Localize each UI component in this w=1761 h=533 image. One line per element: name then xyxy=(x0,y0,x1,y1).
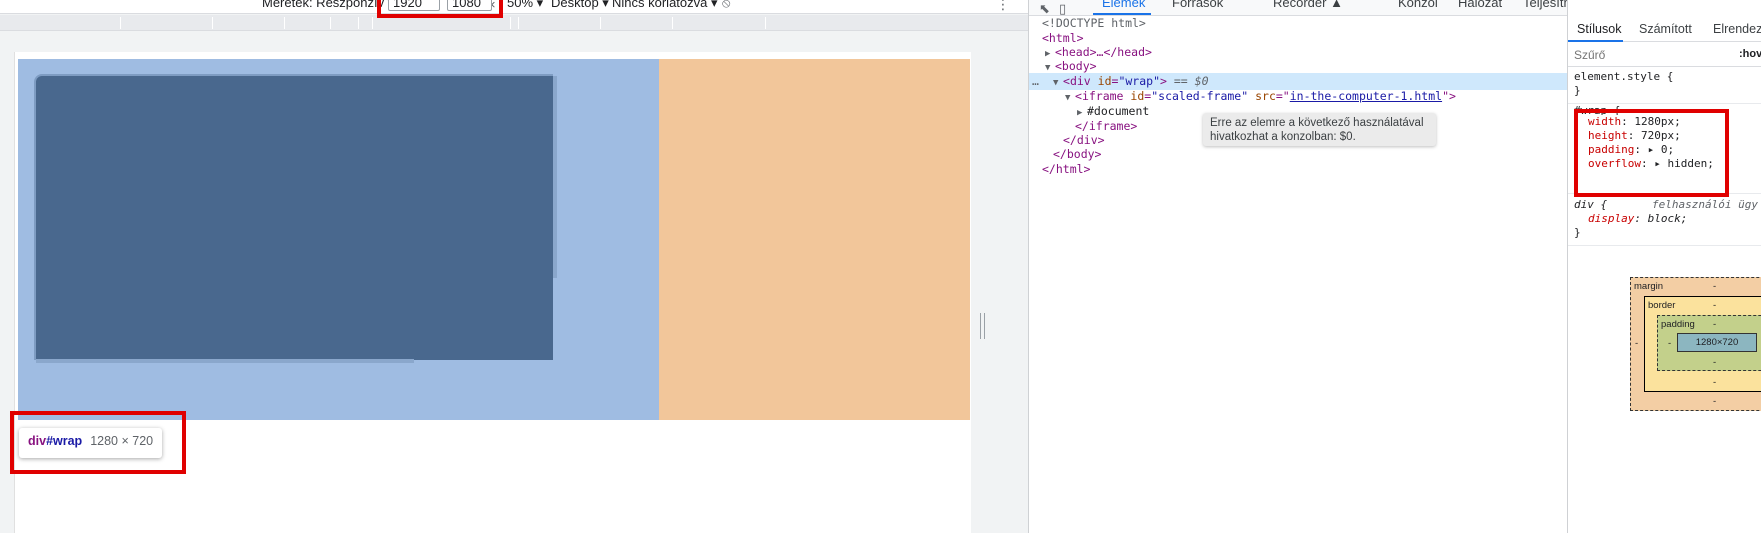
box-model-dash: - xyxy=(1713,319,1717,330)
box-model-dash: - xyxy=(1635,338,1639,349)
div-prop-display[interactable]: display: block; xyxy=(1574,212,1761,226)
box-model-dash: - xyxy=(1713,281,1717,292)
box-model-padding-label: padding xyxy=(1661,319,1695,330)
styles-tab-bar: Stílusok Számított Elrendezé xyxy=(1568,16,1761,42)
inner-content-panel xyxy=(34,74,553,360)
box-model-dash: - xyxy=(1713,377,1717,388)
box-model-dash: - xyxy=(1713,357,1717,368)
ruler-tick xyxy=(120,17,121,29)
rule-source: felhasználói ügy xyxy=(1652,198,1758,211)
ruler-tick xyxy=(330,17,331,29)
styles-panel: Stílusok Számított Elrendezé :hov elemen… xyxy=(1567,0,1761,533)
tooltip-size: 1280 × 720 xyxy=(90,434,154,448)
tab-sources[interactable]: Források xyxy=(1172,0,1223,10)
tab-network[interactable]: Hálózat xyxy=(1458,0,1502,10)
elements-panel: ⬉ ▯ Elemek Források Recorder ▲ Konzol Há… xyxy=(1028,0,1567,533)
box-model-content[interactable]: 1280×720 xyxy=(1677,333,1757,352)
hov-toggle-button[interactable]: :hov xyxy=(1739,48,1761,60)
rotate-icon[interactable]: ⦸ xyxy=(722,0,730,11)
resize-handle[interactable] xyxy=(980,313,985,339)
ruler-tick xyxy=(212,17,213,29)
ruler-tick xyxy=(510,17,511,29)
dimensions-dropdown[interactable]: Méretek: Reszponzív ▾ xyxy=(262,0,394,11)
ruler-tick xyxy=(518,17,519,29)
device-type-dropdown[interactable]: Desktop ▾ xyxy=(551,0,609,11)
tooltip-tag: div xyxy=(28,434,47,448)
tooltip-id: #wrap xyxy=(46,434,83,448)
device-toolbar: Méretek: Reszponzív ▾ 1920 × 1080 50% ▾ … xyxy=(0,0,1028,14)
tab-performance[interactable]: Teljesítmény xyxy=(1523,0,1567,10)
tab-layout[interactable]: Elrendezé xyxy=(1713,22,1761,36)
tab-console[interactable]: Konzol xyxy=(1398,0,1438,10)
ruler-tick xyxy=(284,17,285,29)
media-query-ruler[interactable] xyxy=(0,15,1028,31)
ruler-tick xyxy=(600,17,601,29)
wrap-prop-width[interactable]: width: 1280px; xyxy=(1574,115,1761,129)
box-model-dash: - xyxy=(1713,300,1717,311)
zoom-dropdown[interactable]: 50% ▾ xyxy=(507,0,543,11)
tab-recorder[interactable]: Recorder ▲ xyxy=(1273,0,1343,10)
tooltip-arrow xyxy=(37,421,51,428)
box-model-margin-label: margin xyxy=(1634,281,1664,292)
box-model-dash: - xyxy=(1668,338,1672,349)
ruler-tick xyxy=(765,17,766,29)
box-model-border-label: border xyxy=(1648,300,1676,311)
box-model-dash: - xyxy=(1713,396,1717,407)
div-useragent-rule[interactable]: div {felhasználói ügy display: block; } xyxy=(1568,198,1761,246)
more-options-icon[interactable]: ⋮ xyxy=(996,0,1010,13)
inspect-cursor-icon[interactable]: ⬉ xyxy=(1039,1,1050,15)
active-tab-indicator xyxy=(1568,40,1623,42)
element-inspect-tooltip: div#wrap 1280 × 720 xyxy=(19,428,163,458)
ruler-tick xyxy=(672,17,673,29)
wrap-prop-padding[interactable]: padding: ▸ 0; xyxy=(1574,143,1761,157)
tab-styles[interactable]: Stílusok xyxy=(1577,22,1621,36)
throttle-dropdown[interactable]: Nincs korlátozva ▾ xyxy=(612,0,718,11)
device-emulation-pane: Méretek: Reszponzív ▾ 1920 × 1080 50% ▾ … xyxy=(0,0,1028,533)
tab-elements[interactable]: Elemek xyxy=(1102,0,1145,10)
wrap-style-rule[interactable]: #wrap { width: 1280px; height: 720px; pa… xyxy=(1568,104,1761,194)
console-reference-tooltip: Erre az elemre a következő használatával… xyxy=(1203,113,1436,146)
tree-html-close[interactable]: </html> xyxy=(1029,161,1567,178)
wrap-prop-height[interactable]: height: 720px; xyxy=(1574,129,1761,143)
inner-horizontal-scrollbar[interactable] xyxy=(36,359,414,363)
styles-filter-row: :hov xyxy=(1568,43,1761,67)
ruler-tick xyxy=(372,17,373,29)
element-style-rule[interactable]: element.style { } xyxy=(1568,70,1761,104)
device-toggle-icon[interactable]: ▯ xyxy=(1059,1,1066,15)
width-input[interactable]: 1920 xyxy=(388,0,440,11)
tab-computed[interactable]: Számított xyxy=(1639,22,1692,36)
inner-vertical-scrollbar[interactable] xyxy=(553,76,557,278)
wrap-prop-overflow[interactable]: overflow: ▸ hidden; xyxy=(1574,157,1761,171)
height-input[interactable]: 1080 xyxy=(447,0,492,11)
ruler-tick xyxy=(358,17,359,29)
styles-filter-input[interactable] xyxy=(1574,46,1734,64)
devtools-tab-bar: ⬉ ▯ Elemek Források Recorder ▲ Konzol Há… xyxy=(1029,0,1567,16)
iframe-src-link[interactable]: in-the-computer-1.html xyxy=(1290,89,1442,103)
